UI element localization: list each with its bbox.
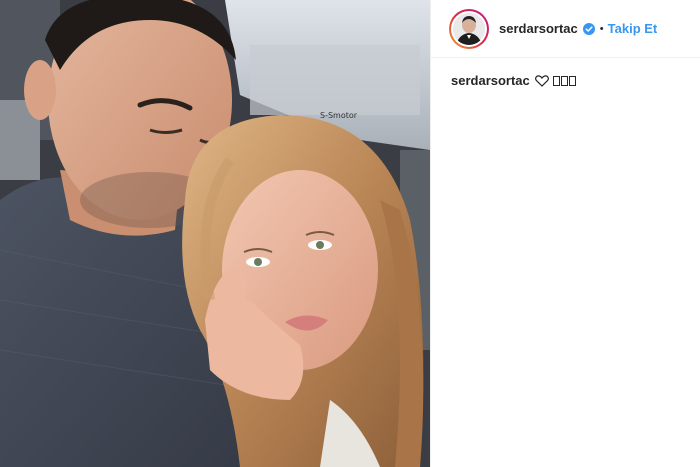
heart-outline-icon: [534, 75, 549, 87]
caption-text: [534, 75, 577, 87]
separator-dot: •: [599, 22, 604, 35]
follow-button[interactable]: Takip Et: [608, 21, 658, 36]
avatar[interactable]: [449, 8, 489, 49]
verified-badge-icon: [582, 22, 595, 35]
author-username[interactable]: serdarsortac: [499, 21, 578, 36]
post-header: serdarsortac • Takip Et: [431, 0, 700, 58]
car-text: S-Smotor: [320, 111, 358, 120]
post-side-panel: serdarsortac • Takip Et serdarsortac: [430, 0, 700, 467]
instagram-post: S-Smotor serdarsortac • Takip Et serdars…: [0, 0, 700, 467]
post-caption: serdarsortac: [431, 58, 700, 90]
emoji-placeholder-icon: [568, 76, 576, 86]
caption-username[interactable]: serdarsortac: [451, 72, 530, 90]
selfie-photo: S-Smotor: [0, 0, 430, 467]
post-photo[interactable]: S-Smotor: [0, 0, 430, 467]
emoji-placeholder-icon: [552, 76, 560, 86]
emoji-placeholder-icon: [560, 76, 568, 86]
avatar-image: [453, 12, 485, 45]
